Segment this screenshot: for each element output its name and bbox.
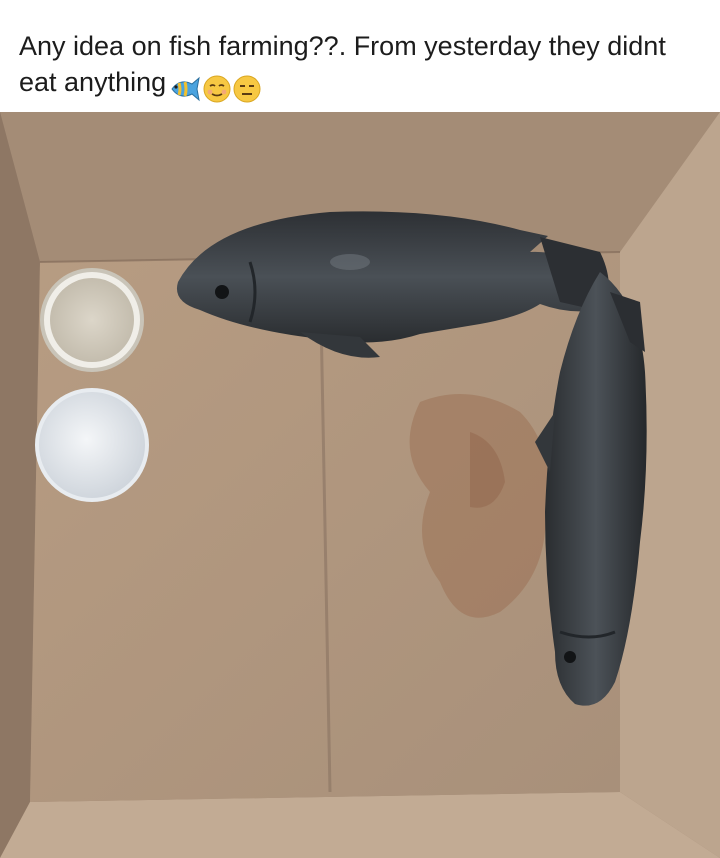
caption-text: Any idea on fish farming??. From yesterd…: [19, 31, 666, 97]
social-post: Any idea on fish farming??. From yesterd…: [0, 0, 720, 858]
tropical-fish-emoji-icon: [171, 76, 200, 102]
expressionless-face-emoji-icon: [233, 75, 261, 103]
cardboard-box-photo: [0, 112, 720, 858]
post-photo: [0, 112, 720, 858]
caption-bar: Any idea on fish farming??. From yesterd…: [0, 0, 720, 112]
box-bottom-wall: [0, 792, 720, 858]
food-in-bowl: [50, 278, 134, 362]
post-caption: Any idea on fish farming??. From yesterd…: [19, 28, 709, 105]
caption-emojis: [168, 69, 262, 105]
relieved-face-emoji-icon: [203, 75, 231, 103]
water-bowl: [35, 388, 149, 502]
